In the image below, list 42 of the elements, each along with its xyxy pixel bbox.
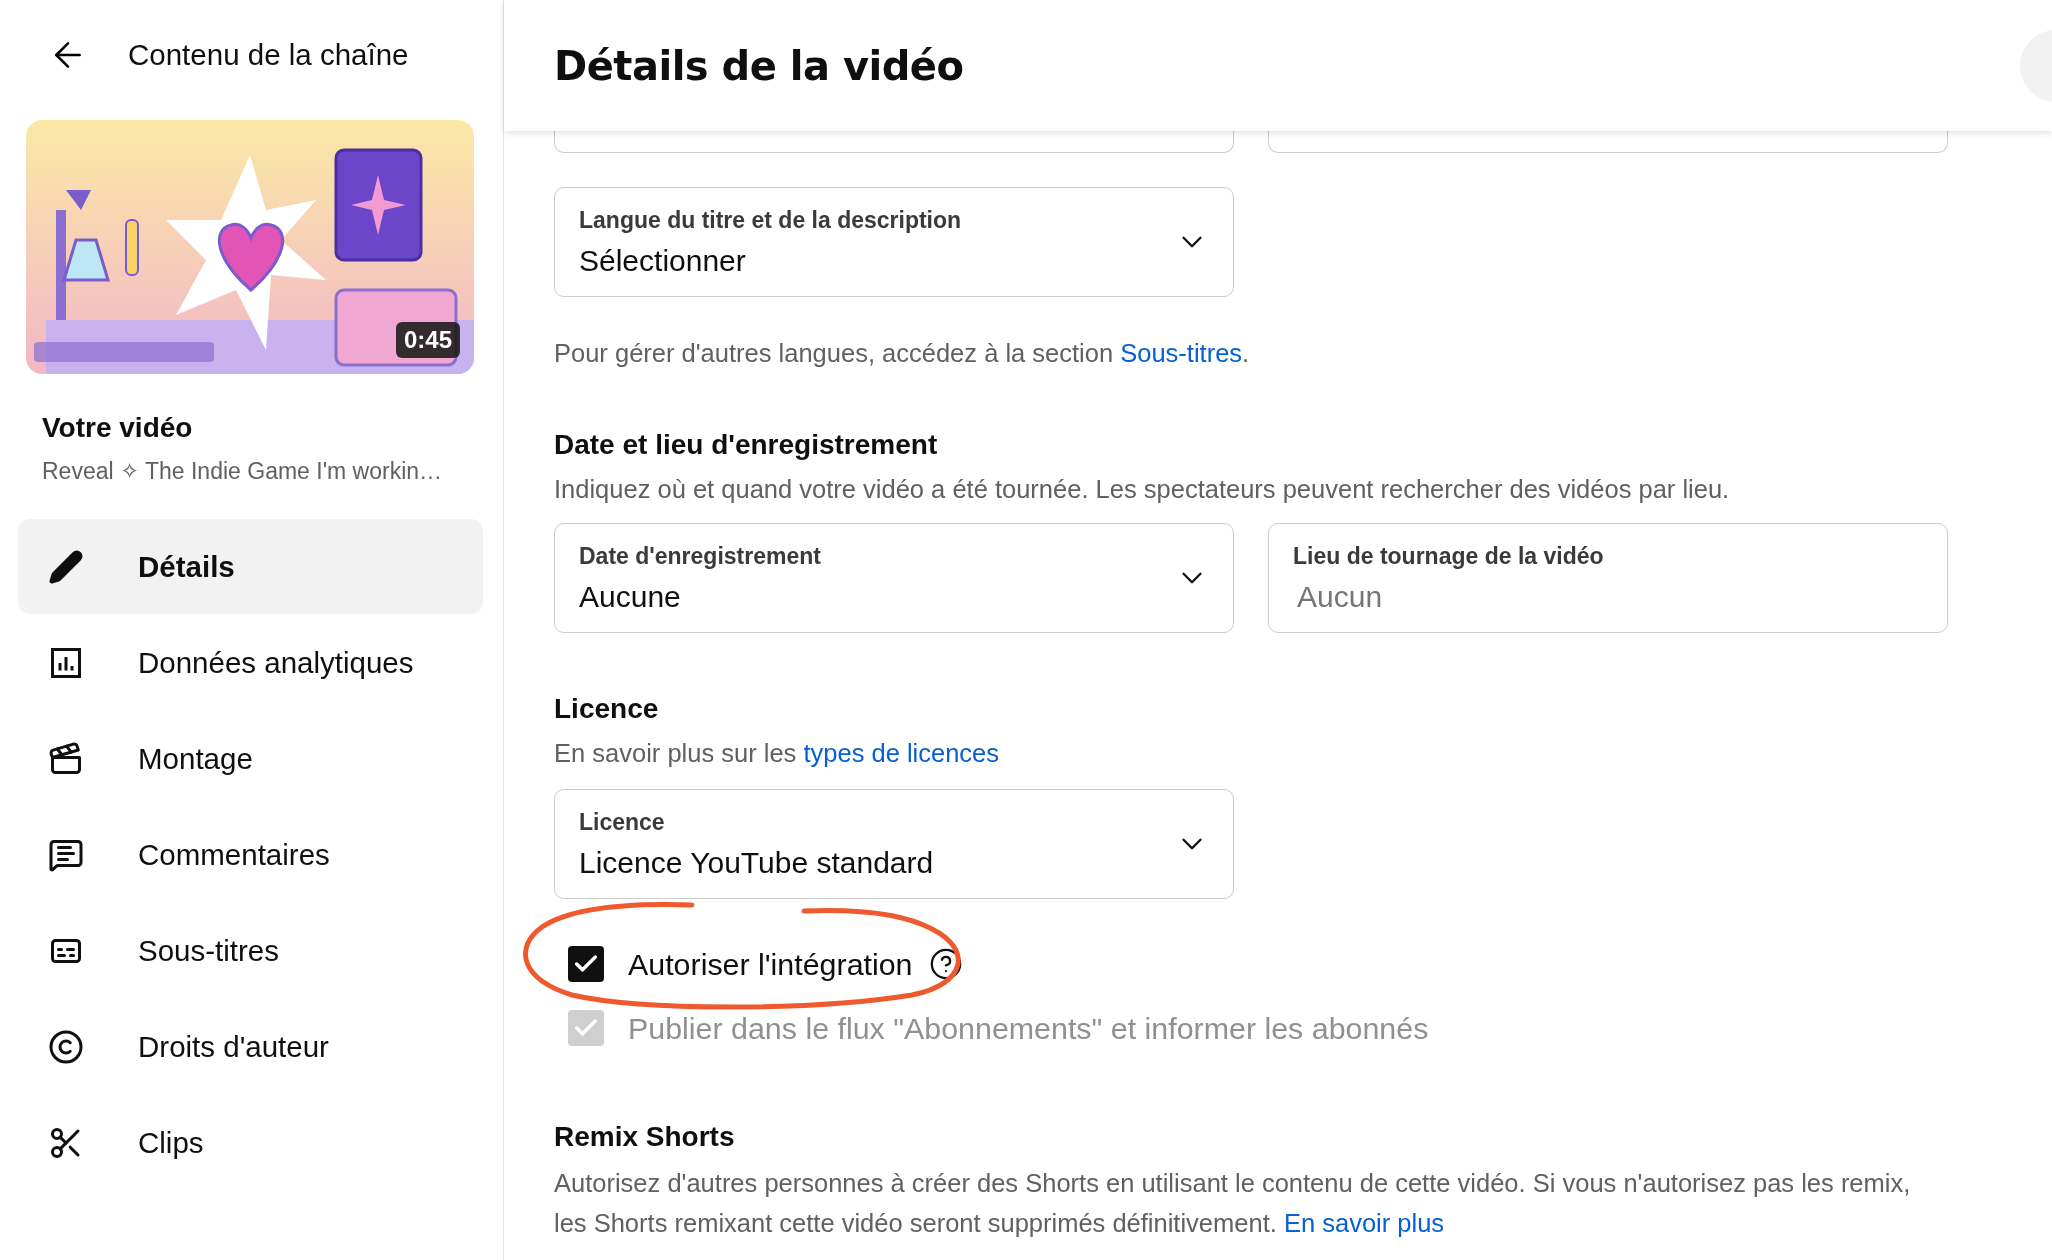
checkbox-label: Autoriser l'intégration — [628, 946, 913, 982]
learn-more-link[interactable]: En savoir plus — [1283, 1209, 1445, 1237]
channel-content-title: Contenu de la chaîne — [128, 38, 409, 72]
field-value: Sélectionner — [579, 243, 747, 278]
location-field[interactable]: Lieu de tournage de la vidéo Aucun — [1268, 523, 1948, 633]
nav-item[interactable]: Clips — [18, 1095, 483, 1190]
input-field[interactable] — [554, 131, 1234, 153]
section-heading: Remix Shorts — [554, 1121, 736, 1153]
date-select[interactable]: Date d'enregistrement Aucune — [554, 523, 1234, 633]
field-label: Licence — [579, 808, 666, 836]
copyright-icon — [48, 1028, 84, 1065]
licence-select[interactable]: Licence Licence YouTube standard — [554, 789, 1234, 899]
language-note: Pour gérer d'autres langues, accédez à la section Sous-titres. — [554, 338, 1251, 369]
field-value: Aucune — [579, 579, 682, 614]
licence-note: En savoir plus sur les types de licences — [554, 738, 1001, 769]
field-label: Date d'enregistrement — [579, 542, 822, 570]
checkbox-label: Publier dans le flux "Abonnements" et informer les abonnés — [628, 1010, 1429, 1046]
remix-description: Autorisez d'autres personnes à créer des Shorts en utilisant le contenu de cette vidéo. Si vous n'autorisez pas les remix, les Shorts remixant cette vidéo seront supprimés définitivement. En savoir plus — [554, 1168, 1912, 1239]
nav-item[interactable]: Montage — [18, 711, 483, 806]
section-heading: Date et lieu d'enregistrement — [554, 429, 939, 461]
nav-item[interactable]: Commentaires — [18, 807, 483, 902]
nav-item[interactable]: Données analytiques — [18, 615, 483, 710]
pencil-icon — [48, 548, 84, 585]
field-label: Langue du titre et de la description — [579, 206, 963, 234]
subtitles-link[interactable]: Sous-titres — [1120, 339, 1243, 367]
checkbox[interactable] — [568, 946, 604, 982]
language-select[interactable]: Langue du titre et de la description Sélectionner — [554, 187, 1234, 297]
duration-badge: 0:45 — [395, 322, 460, 358]
section-heading: Licence — [554, 693, 660, 725]
video-title: Reveal ✧ The Indie Game I'm workin… — [42, 458, 444, 485]
nav-item[interactable]: Sous-titres — [18, 903, 483, 998]
licence-types-link[interactable]: types de licences — [803, 739, 1000, 767]
section-description: Indiquez où et quand votre vidéo a été tournée. Les spectateurs peuvent rechercher des vidéos par lieu. — [554, 474, 1731, 505]
field-value: Licence YouTube standard — [579, 845, 935, 880]
input-field[interactable] — [1268, 131, 1948, 153]
nav-item[interactable]: Droits d'auteur — [18, 999, 483, 1094]
page-title: Détails de la vidéo — [554, 42, 964, 89]
video-heading: Votre vidéo — [42, 412, 194, 444]
nav-item[interactable]: Détails — [18, 519, 483, 614]
help-icon[interactable] — [928, 947, 963, 981]
clapperboard-icon — [48, 740, 84, 777]
field-label: Lieu de tournage de la vidéo — [1293, 542, 1605, 570]
